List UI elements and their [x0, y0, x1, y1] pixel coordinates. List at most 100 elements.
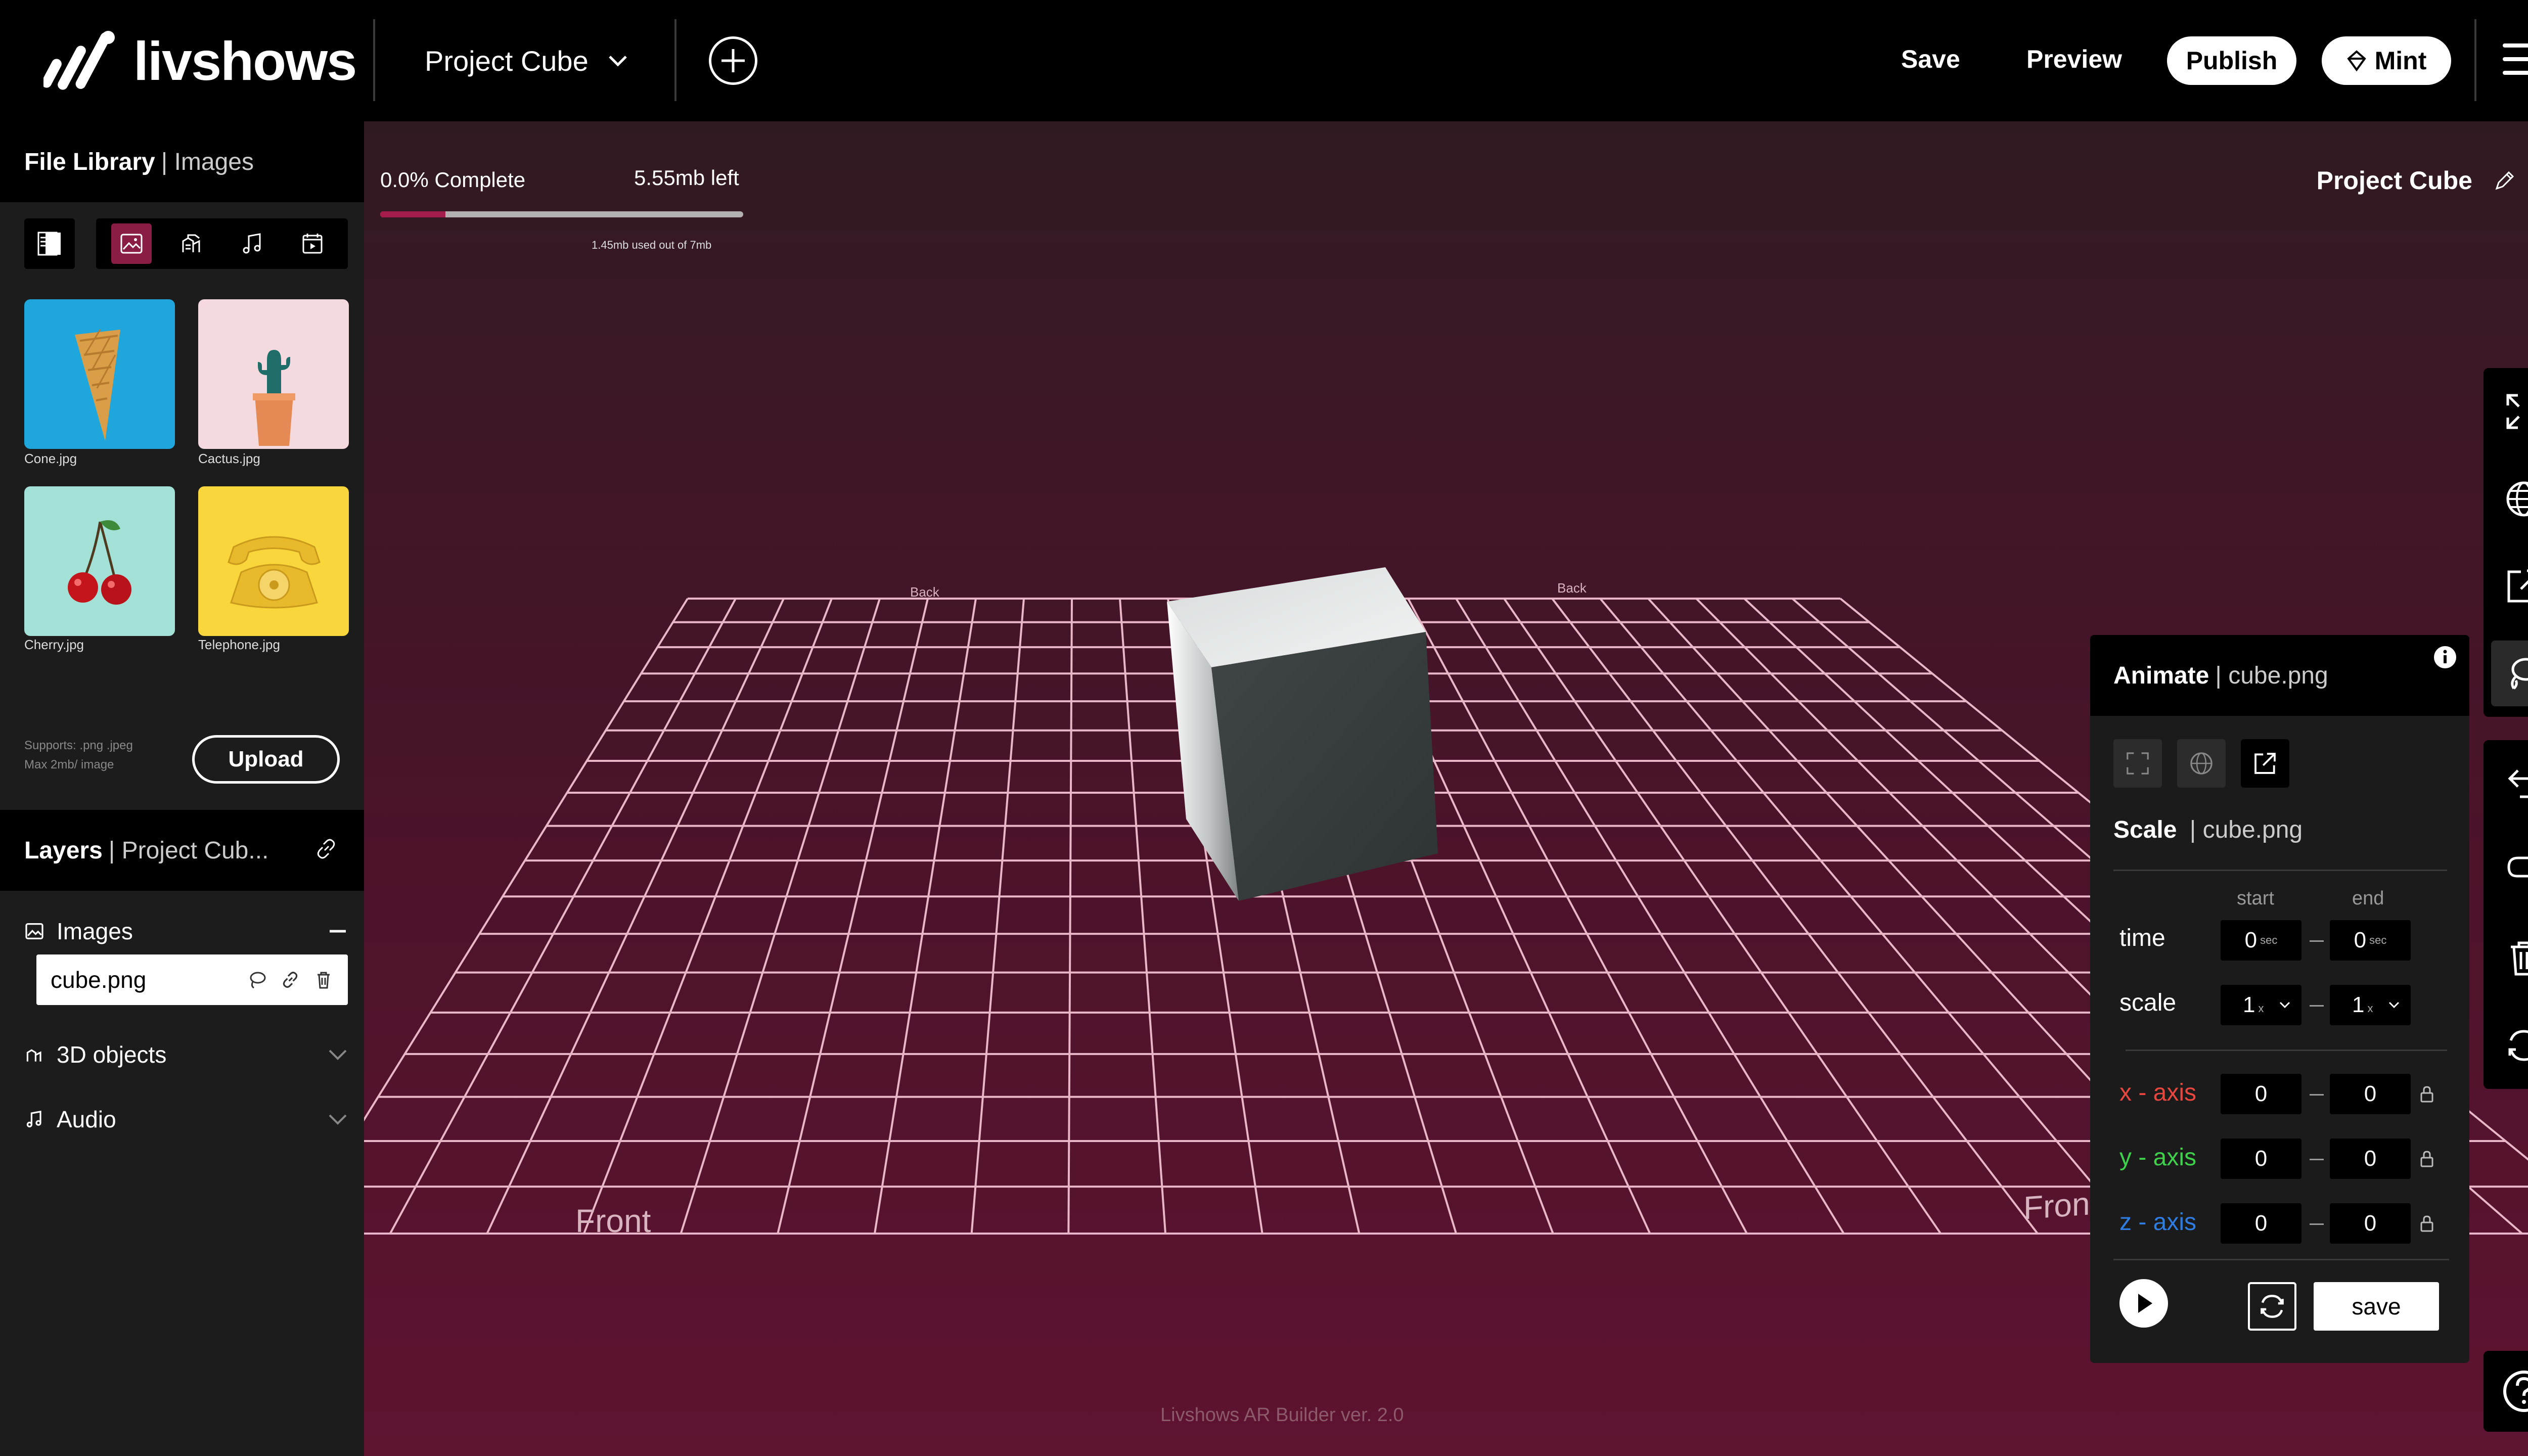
chevron-down-icon[interactable] [328, 1049, 348, 1061]
add-project-button[interactable] [709, 36, 757, 85]
project-selector[interactable]: Project Cube [425, 40, 628, 81]
layer-item-cube[interactable]: cube.png [36, 954, 348, 1005]
cube-object[interactable] [1163, 566, 1486, 910]
z-start-input[interactable]: 0 [2221, 1203, 2301, 1244]
animate-rotate-tool[interactable] [2177, 739, 2226, 788]
layer-group-audio[interactable]: Audio [24, 1104, 348, 1134]
cherry-image [24, 486, 175, 636]
animate-scale-tool[interactable] [2113, 739, 2162, 788]
rotate-icon [2508, 1030, 2528, 1061]
x-end-input[interactable]: 0 [2330, 1074, 2411, 1114]
range-dash [2310, 1223, 2324, 1225]
pencil-icon[interactable] [2493, 168, 2517, 193]
image-filter[interactable] [111, 223, 152, 264]
lock-icon[interactable] [2419, 1150, 2435, 1168]
storage-left-text: 5.55mb left [634, 166, 739, 190]
fullscreen-button[interactable] [2491, 379, 2528, 444]
time-unit: sec [2260, 934, 2278, 946]
header-divider [674, 19, 676, 101]
chevron-down-icon [2389, 1002, 2400, 1009]
back-label: Back [910, 584, 939, 600]
z-end-input[interactable]: 0 [2330, 1203, 2411, 1244]
x-axis-label: x - axis [2119, 1079, 2197, 1106]
version-text: Livshows AR Builder ver. 2.0 [1160, 1404, 1404, 1426]
time-start-value: 0 [2244, 928, 2258, 952]
x-start-input[interactable]: 0 [2221, 1074, 2301, 1114]
link-icon[interactable] [313, 836, 339, 861]
info-icon[interactable] [2433, 645, 2457, 669]
range-dash [2310, 1094, 2324, 1096]
all-files-filter[interactable] [24, 218, 75, 269]
scale-header: Scale | cube.png [2113, 816, 2303, 844]
grid-line [1503, 598, 1942, 1235]
3d-object-filter[interactable] [171, 223, 212, 264]
layers-project-name: Project Cub... [121, 837, 269, 864]
redo-button[interactable] [2491, 838, 2528, 904]
lock-icon[interactable] [2419, 1085, 2435, 1103]
scale-start-select[interactable]: 1x [2221, 985, 2301, 1025]
publish-button[interactable]: Publish [2167, 36, 2296, 85]
image-thumb-cone[interactable] [24, 299, 175, 449]
image-icon [25, 923, 43, 939]
globe-icon [2506, 481, 2528, 517]
view-tools-panel [2484, 368, 2528, 717]
lasso-icon[interactable] [247, 970, 267, 990]
time-start-input[interactable]: 0 sec [2221, 920, 2301, 961]
upload-button[interactable]: Upload [192, 735, 340, 784]
globe-button[interactable] [2491, 466, 2528, 532]
undo-button[interactable] [2491, 751, 2528, 816]
rotate-button[interactable] [2491, 1013, 2528, 1078]
mint-button[interactable]: Mint [2322, 36, 2451, 85]
resize-button[interactable] [2491, 553, 2528, 619]
y-start-input[interactable]: 0 [2221, 1139, 2301, 1179]
scale-end-value: 1x [2352, 992, 2373, 1018]
loop-button[interactable] [2248, 1282, 2296, 1331]
canvas-project-title: Project Cube [2317, 166, 2517, 195]
animate-button[interactable] [2491, 640, 2528, 706]
lock-icon[interactable] [2419, 1214, 2435, 1233]
link-icon[interactable] [280, 970, 300, 990]
save-button[interactable]: Save [1901, 44, 1960, 74]
header-divider [2474, 19, 2476, 101]
canvas-title-text: Project Cube [2316, 166, 2472, 195]
divider [2113, 1259, 2449, 1260]
image-thumb-cherry[interactable] [24, 486, 175, 636]
trash-icon[interactable] [313, 970, 334, 990]
music-note-icon [243, 233, 261, 254]
layer-group-3d-objects[interactable]: 3D objects [24, 1039, 348, 1070]
animate-move-tool[interactable] [2241, 739, 2289, 788]
grid-line [874, 598, 977, 1234]
lasso-icon [2511, 658, 2528, 690]
column-start: start [2237, 888, 2274, 909]
file-library-header: File Library | Images [0, 121, 364, 202]
delete-button[interactable] [2491, 925, 2528, 991]
scale-start-number: 1 [2243, 992, 2255, 1017]
preview-button[interactable]: Preview [2026, 44, 2122, 74]
grid-line [389, 598, 737, 1234]
brand-logo[interactable]: livshows [43, 26, 357, 95]
image-thumb-telephone[interactable] [198, 486, 349, 636]
animate-save-button[interactable]: save [2314, 1282, 2439, 1331]
project-name: Project Cube [425, 44, 589, 77]
layer-item-name: cube.png [51, 967, 147, 993]
help-button[interactable] [2484, 1351, 2528, 1432]
chevron-down-icon[interactable] [328, 1113, 348, 1125]
time-end-input[interactable]: 0 sec [2330, 920, 2411, 961]
animate-subtitle: cube.png [2228, 662, 2328, 689]
y-end-input[interactable]: 0 [2330, 1139, 2411, 1179]
layer-group-label: 3D objects [57, 1041, 167, 1068]
image-thumb-cactus[interactable] [198, 299, 349, 449]
audio-filter[interactable] [232, 223, 273, 264]
collapse-icon[interactable] [328, 921, 348, 941]
menu-icon[interactable] [2503, 43, 2528, 75]
upload-requirements: Supports: .png .jpeg Max 2mb/ image [24, 736, 133, 775]
play-button[interactable] [2119, 1279, 2168, 1328]
scale-end-select[interactable]: 1x [2330, 985, 2411, 1025]
video-filter[interactable] [292, 223, 333, 264]
scale-start-value: 1x [2243, 992, 2264, 1018]
layer-item-actions [247, 970, 334, 990]
external-link-icon [2254, 753, 2276, 774]
layer-group-images[interactable]: Images [24, 916, 348, 946]
z-axis-label: z - axis [2119, 1209, 2197, 1236]
scale-subtitle: cube.png [2202, 816, 2303, 843]
